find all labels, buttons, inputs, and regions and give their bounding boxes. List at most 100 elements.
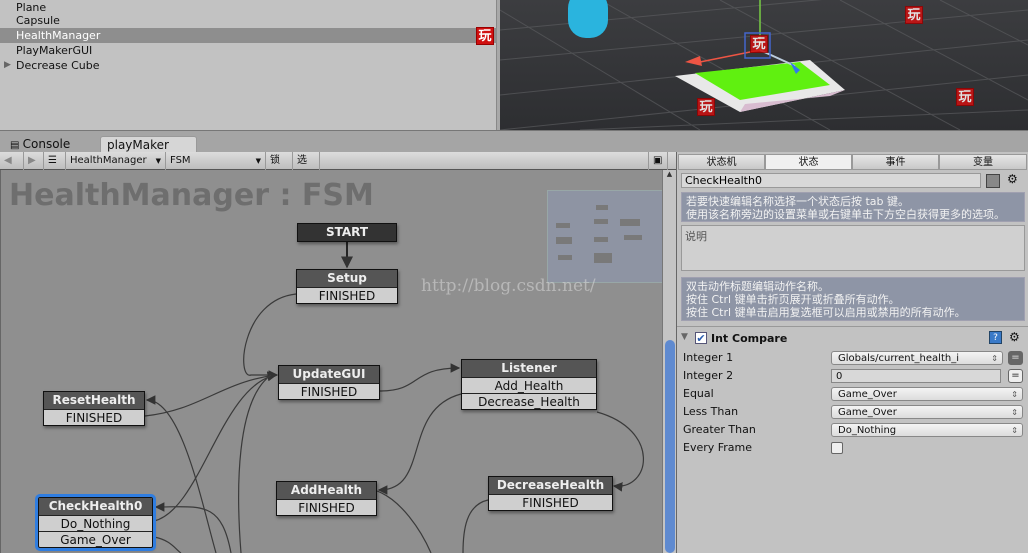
state-node-listener[interactable]: Listener Add_Health Decrease_Health [461,359,597,410]
minimap-toggle-icon[interactable]: ▣ [648,152,668,170]
action-header[interactable]: ▼ ✔ Int Compare ? ⚙ [681,330,1025,348]
state-node-setup[interactable]: Setup FINISHED [296,269,398,304]
state-title: ResetHealth [44,392,144,409]
playmaker-inspector: 状态机 状态 事件 变量 ⚙ 若要快速编辑名称选择一个状态后按 tab 键。使用… [676,152,1028,553]
state-hint-box: 若要快速编辑名称选择一个状态后按 tab 键。 使用该名称旁边的设置菜单或右键单击… [681,192,1025,222]
scene-badge-icon: 玩 [750,35,768,53]
state-node-start[interactable]: START [297,223,397,242]
collapse-arrow-icon[interactable]: ▼ [681,332,688,342]
state-title: START [298,224,396,241]
transition-event[interactable]: FINISHED [489,494,612,510]
tab-label: Console [22,137,71,151]
field-integer-2: Integer 2 0 = [683,367,1023,385]
state-node-addhealth[interactable]: AddHealth FINISHED [276,481,377,516]
transition-event[interactable]: FINISHED [279,383,379,399]
state-color-swatch[interactable] [986,174,1000,188]
hierarchy-item-playmakergui[interactable]: PlayMakerGUI [0,43,497,58]
edge-gameover [153,536,182,553]
hint-line: 使用该名称旁边的设置菜单或右键单击下方空白获得更多的选项。 [686,208,1005,221]
transition-event[interactable]: Decrease_Health [462,393,596,409]
menu-icon[interactable]: ☰ [44,152,66,170]
state-node-updategui[interactable]: UpdateGUI FINISHED [278,365,380,400]
tab-variables[interactable]: 变量 [939,154,1027,170]
field-every-frame: Every Frame [683,439,1023,457]
less-than-select[interactable]: Game_Over [831,405,1023,419]
hierarchy-item-decrease-cube[interactable]: ▶ Decrease Cube [0,58,497,73]
field-less-than: Less Than Game_Over [683,403,1023,421]
transition-event[interactable]: FINISHED [44,409,144,425]
field-equal: Equal Game_Over [683,385,1023,403]
equal-select[interactable]: Game_Over [831,387,1023,401]
field-label: Every Frame [683,441,753,454]
hierarchy-item-capsule[interactable]: Capsule [0,13,497,28]
field-label: Integer 1 [683,351,734,364]
state-title: DecreaseHealth [489,477,612,494]
fsm-toolbar: ◀ ▶ ☰ HealthManager ▼ FSM ▼ 锁定 选择 ▣ [0,152,676,184]
state-title: UpdateGUI [279,366,379,383]
scroll-up-icon[interactable]: ▲ [663,170,676,178]
fsm-label: FSM [170,155,191,166]
edge-updategui-listener [379,363,461,392]
state-node-checkhealth0[interactable]: CheckHealth0 Do_Nothing Game_Over [35,494,156,551]
state-title: AddHealth [277,482,376,499]
field-label: Less Than [683,405,739,418]
tab-console[interactable]: ▤ Console [4,136,76,153]
state-node-resethealth[interactable]: ResetHealth FINISHED [43,391,145,426]
console-icon: ▤ [10,140,23,151]
edge-checkhealth-donothing [153,371,278,522]
edge-addhealth-down [376,490,432,553]
graph-scrollbar[interactable]: ▲ [662,170,676,553]
action-enabled-checkbox[interactable]: ✔ [695,332,707,344]
field-integer-1: Integer 1 Globals/current_health_i = [683,349,1023,367]
tab-playmaker[interactable]: playMaker [100,136,197,153]
action-title: Int Compare [711,332,788,345]
variable-toggle-icon[interactable]: = [1008,351,1023,365]
lock-button[interactable]: 锁定 [266,152,293,184]
edge-misc [238,374,272,553]
capsule-object [568,0,608,38]
forward-button[interactable]: ▶ [24,152,44,170]
field-label: Greater Than [683,423,756,436]
tab-state[interactable]: 状态 [765,154,852,170]
every-frame-checkbox[interactable] [831,442,843,454]
field-greater-than: Greater Than Do_Nothing [683,421,1023,439]
field-label: Integer 2 [683,369,734,382]
hierarchy-item-healthmanager[interactable]: HealthManager [0,28,497,43]
tab-fsm[interactable]: 状态机 [678,154,765,170]
scene-badge-icon: 玩 [956,88,974,106]
playmaker-badge-icon: 玩 [476,27,494,45]
select-button[interactable]: 选择 [293,152,320,184]
edge-listener-addhealth [377,393,462,495]
integer-1-select[interactable]: Globals/current_health_i [831,351,1003,365]
state-name-input[interactable] [681,173,981,188]
gameobject-select[interactable]: HealthManager ▼ [66,152,166,170]
transition-event[interactable]: Add_Health [462,377,596,393]
scene-view[interactable]: 玩 玩 玩 玩 [500,0,1028,130]
edge-to-checkhealth [154,502,232,553]
fsm-graph-canvas[interactable]: HealthManager : FSM http://blog.csdn.net… [0,170,662,553]
integer-2-input[interactable]: 0 [831,369,1001,383]
state-title: Setup [297,270,397,287]
fsm-select[interactable]: FSM ▼ [166,152,266,170]
help-icon[interactable]: ? [989,331,1002,344]
gameobject-label: HealthManager [70,155,147,166]
back-button[interactable]: ◀ [0,152,24,170]
transition-event[interactable]: FINISHED [277,499,376,515]
transition-event[interactable]: Game_Over [39,531,152,547]
variable-toggle-icon[interactable]: = [1008,369,1023,383]
scene-render [500,0,1028,130]
greater-than-select[interactable]: Do_Nothing [831,423,1023,437]
description-textarea[interactable]: 说明 [681,225,1025,271]
state-node-decreasehealth[interactable]: DecreaseHealth FINISHED [488,476,613,511]
scrollbar-thumb[interactable] [665,340,675,553]
expand-arrow-icon[interactable]: ▶ [4,58,11,73]
hint-line: 双击动作标题编辑动作名称。 [686,280,829,293]
transition-event[interactable]: Do_Nothing [39,515,152,531]
hint-line: 按住 Ctrl 键单击折页展开或折叠所有动作。 [686,293,900,306]
action-settings-gear-icon[interactable]: ⚙ [1009,330,1020,344]
edge-setup-updategui [243,293,297,380]
divider [677,326,1028,327]
transition-event[interactable]: FINISHED [297,287,397,303]
settings-gear-icon[interactable]: ⚙ [1007,172,1018,186]
tab-events[interactable]: 事件 [852,154,939,170]
